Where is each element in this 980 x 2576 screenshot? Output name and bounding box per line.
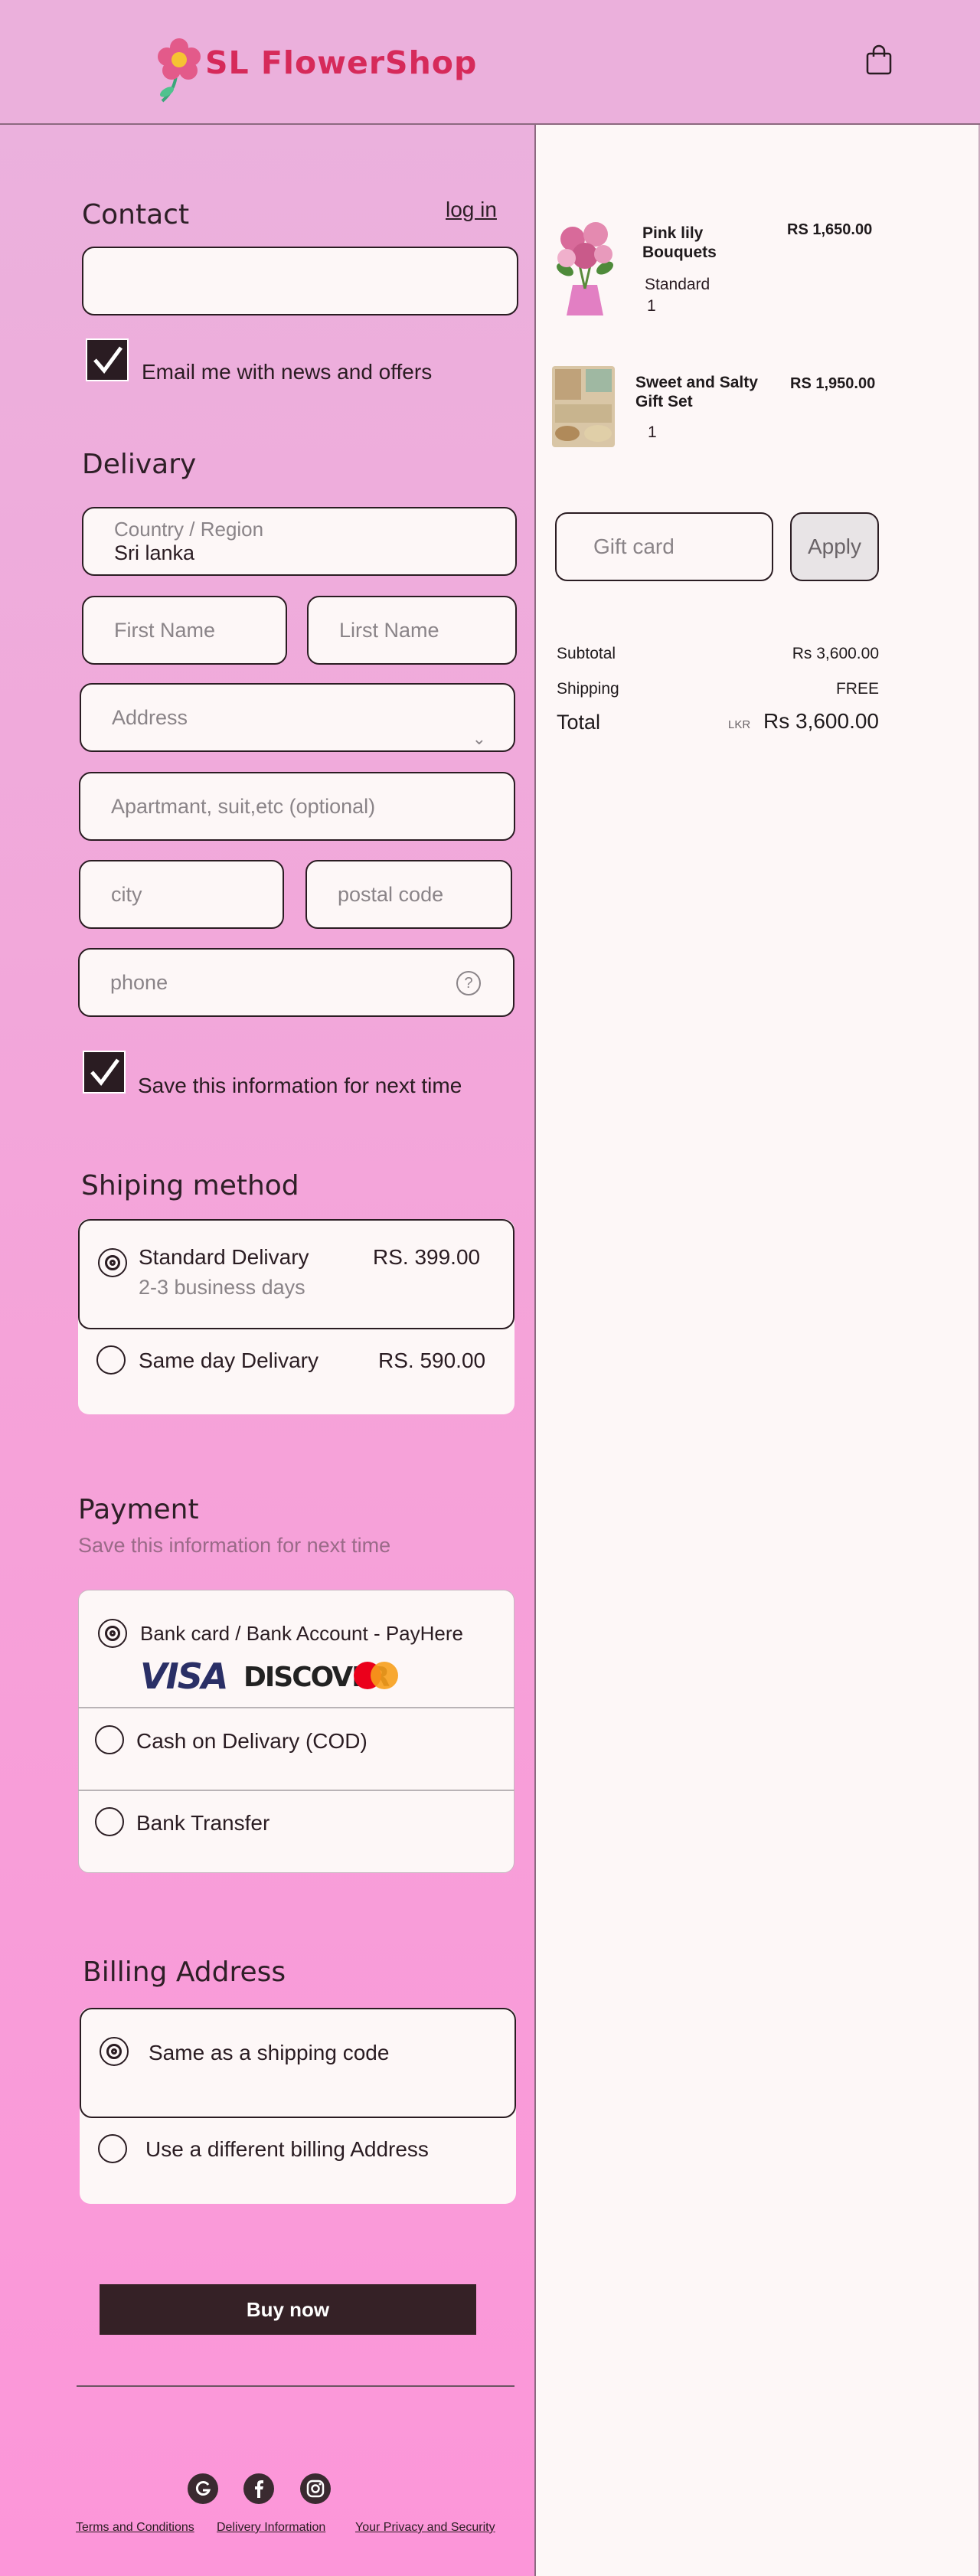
different-billing-radio[interactable] <box>98 2134 127 2163</box>
bank-transfer-radio[interactable] <box>95 1807 124 1836</box>
country-value: Sri lanka <box>114 541 195 564</box>
standard-delivery-label: Standard Delivary <box>139 1245 309 1269</box>
different-billing-label[interactable]: Use a different billing Address <box>145 2137 429 2162</box>
last-name-field[interactable]: Lirst Name <box>307 596 517 665</box>
last-name-placeholder: Lirst Name <box>339 618 439 642</box>
delivery-info-link[interactable]: Delivery Information <box>217 2521 325 2535</box>
subtotal-value: Rs 3,600.00 <box>792 645 879 662</box>
terms-link[interactable]: Terms and Conditions <box>76 2521 194 2535</box>
instagram-icon[interactable] <box>300 2473 331 2504</box>
item-1-name-line1: Pink lily <box>642 224 704 242</box>
mastercard-logo <box>349 1660 403 1691</box>
subtotal-label: Subtotal <box>557 645 616 662</box>
order-summary <box>537 125 980 2576</box>
country-select[interactable]: Country / Region Sri lanka <box>82 507 517 576</box>
save-info-label: Save this information for next time <box>138 1074 462 1097</box>
payhere-label[interactable]: Bank card / Bank Account - PayHere <box>140 1622 463 1646</box>
bank-transfer-label[interactable]: Bank Transfer <box>136 1811 270 1836</box>
save-info-checkbox[interactable] <box>83 1051 126 1093</box>
payment-divider-2 <box>78 1790 514 1791</box>
payhere-radio[interactable] <box>98 1619 127 1648</box>
apartment-field[interactable]: Apartmant, suit,etc (optional) <box>79 772 515 841</box>
item-2-qty: 1 <box>648 423 657 441</box>
privacy-link[interactable]: Your Privacy and Security <box>355 2521 495 2535</box>
first-name-placeholder: First Name <box>114 618 216 642</box>
billing-heading: Billing Address <box>83 1957 286 1988</box>
item-1-name-line2: Bouquets <box>642 244 717 261</box>
contact-heading: Contact <box>82 199 190 230</box>
standard-delivery-price: RS. 399.00 <box>373 1245 481 1269</box>
pink-lily-image <box>550 216 620 315</box>
newsletter-label: Email me with news and offers <box>142 360 433 384</box>
total-label: Total <box>557 711 601 734</box>
city-field[interactable]: city <box>79 860 284 929</box>
cod-label[interactable]: Cash on Delivary (COD) <box>136 1729 368 1754</box>
gift-card-placeholder: Gift card <box>593 534 675 558</box>
payment-divider-1 <box>78 1707 514 1708</box>
shopping-bag-icon[interactable] <box>865 44 893 75</box>
brand-name[interactable]: SL FlowerShop <box>205 44 477 81</box>
payment-subtitle: Save this information for next time <box>78 1534 391 1557</box>
shipping-option-standard[interactable] <box>78 1219 514 1329</box>
same-day-delivery-price: RS. 590.00 <box>378 1348 486 1372</box>
facebook-icon[interactable] <box>243 2473 274 2504</box>
shipping-label: Shipping <box>557 680 619 698</box>
standard-delivery-radio[interactable] <box>98 1248 127 1277</box>
total-value: Rs 3,600.00 <box>763 709 879 733</box>
newsletter-checkbox[interactable] <box>86 338 129 381</box>
item-2-name-line2: Gift Set <box>635 393 693 410</box>
item-1-name[interactable]: Pink lily Bouquets <box>642 224 717 262</box>
gift-card-field[interactable]: Gift card <box>555 512 773 581</box>
shipping-heading: Shiping method <box>81 1170 299 1201</box>
email-field[interactable] <box>82 247 518 315</box>
item-2-price: RS 1,950.00 <box>790 375 876 392</box>
same-billing-radio[interactable] <box>100 2037 129 2066</box>
first-name-field[interactable]: First Name <box>82 596 287 665</box>
google-icon[interactable] <box>188 2473 218 2504</box>
postal-code-field[interactable]: postal code <box>305 860 512 929</box>
postal-placeholder: postal code <box>338 882 444 906</box>
address-field[interactable]: Address ⌄ <box>80 683 515 752</box>
apartment-placeholder: Apartmant, suit,etc (optional) <box>111 794 376 818</box>
visa-logo: VISA <box>140 1656 228 1697</box>
city-placeholder: city <box>111 882 142 906</box>
same-day-delivery-label[interactable]: Same day Delivary <box>139 1348 318 1373</box>
address-placeholder: Address <box>112 705 188 729</box>
login-link[interactable]: log in <box>446 198 497 222</box>
phone-placeholder: phone <box>110 970 168 994</box>
standard-delivery-days: 2-3 business days <box>139 1276 305 1299</box>
apply-button[interactable]: Apply <box>790 512 879 581</box>
site-header: SL FlowerShop <box>0 0 980 125</box>
chevron-down-icon[interactable]: ⌄ <box>472 729 486 749</box>
phone-field[interactable]: phone ? <box>78 948 514 1017</box>
item-2-name-line1: Sweet and Salty <box>635 374 758 391</box>
shipping-value: FREE <box>835 680 879 698</box>
country-label: Country / Region <box>114 518 264 541</box>
item-1-price: RS 1,650.00 <box>787 221 873 238</box>
item-2-name[interactable]: Sweet and Salty Gift Set <box>635 373 758 411</box>
item-1-qty: 1 <box>647 297 656 315</box>
payment-heading: Payment <box>78 1494 199 1525</box>
currency-code: LKR <box>728 718 751 731</box>
gift-set-image <box>549 360 619 450</box>
delivery-heading: Delivary <box>82 449 197 480</box>
item-1-variant: Standard <box>645 276 710 293</box>
help-icon[interactable]: ? <box>456 971 481 995</box>
same-day-delivery-radio[interactable] <box>96 1345 126 1375</box>
buy-now-button[interactable]: Buy now <box>100 2284 476 2335</box>
cod-radio[interactable] <box>95 1725 124 1754</box>
flower-logo[interactable] <box>153 37 207 106</box>
same-billing-label: Same as a shipping code <box>149 2041 390 2064</box>
footer-divider <box>77 2385 514 2387</box>
